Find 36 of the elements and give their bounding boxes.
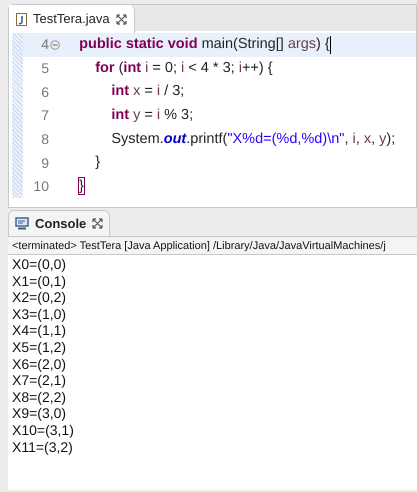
line-number: 5 [40,59,49,78]
code-line: public static void main(String[] args) { [78,34,330,54]
output-line: X0=(0,0) [12,256,66,273]
line-number: 4 [40,35,49,54]
output-line: X5=(1,2) [12,338,66,356]
console-header: <terminated> TestTera [Java Application] /Library/Java/JavaVirtualMachines/j [8,237,417,255]
output-line: X6=(2,0) [12,356,66,372]
output-line: X1=(0,1) [12,272,66,290]
output-line: X3=(1,0) [12,306,66,322]
tab-title: TestTera.java [33,10,110,28]
line-number: 6 [40,82,49,102]
line-number: 10 [32,177,49,196]
close-icon[interactable] [116,14,127,24]
console-tab[interactable]: Console [8,210,110,236]
code-line: int x = i / 3; [110,82,184,102]
code-line: int y = i % 3; [110,106,194,126]
close-icon[interactable] [92,218,104,229]
line-number: 8 [40,130,49,150]
code-line: } [94,153,100,172]
code-line: for (int i = 0; i < 4 * 3; i++) { [94,58,273,78]
line-number: 7 [40,106,49,126]
output-line: X7=(2,1) [12,372,66,389]
java-file-icon [16,12,27,26]
tab-title: Console [35,214,86,233]
output-line: X4=(1,1) [12,322,66,339]
collapse-icon[interactable] [50,40,60,50]
output-line: X9=(3,0) [12,405,66,422]
output-line: X2=(0,2) [12,289,66,306]
line-number: 9 [40,154,49,173]
output-line: X11=(3,2) [12,438,73,456]
code-line: System.out.printf("X%d=(%d,%d)\n", i, x, y); [110,130,396,149]
output-line: X10=(3,1) [12,422,74,439]
output-line: X8=(2,2) [12,388,66,406]
console-icon [15,217,29,230]
editor-tab[interactable]: TestTera.java [9,5,135,33]
code-line: } [78,177,84,196]
